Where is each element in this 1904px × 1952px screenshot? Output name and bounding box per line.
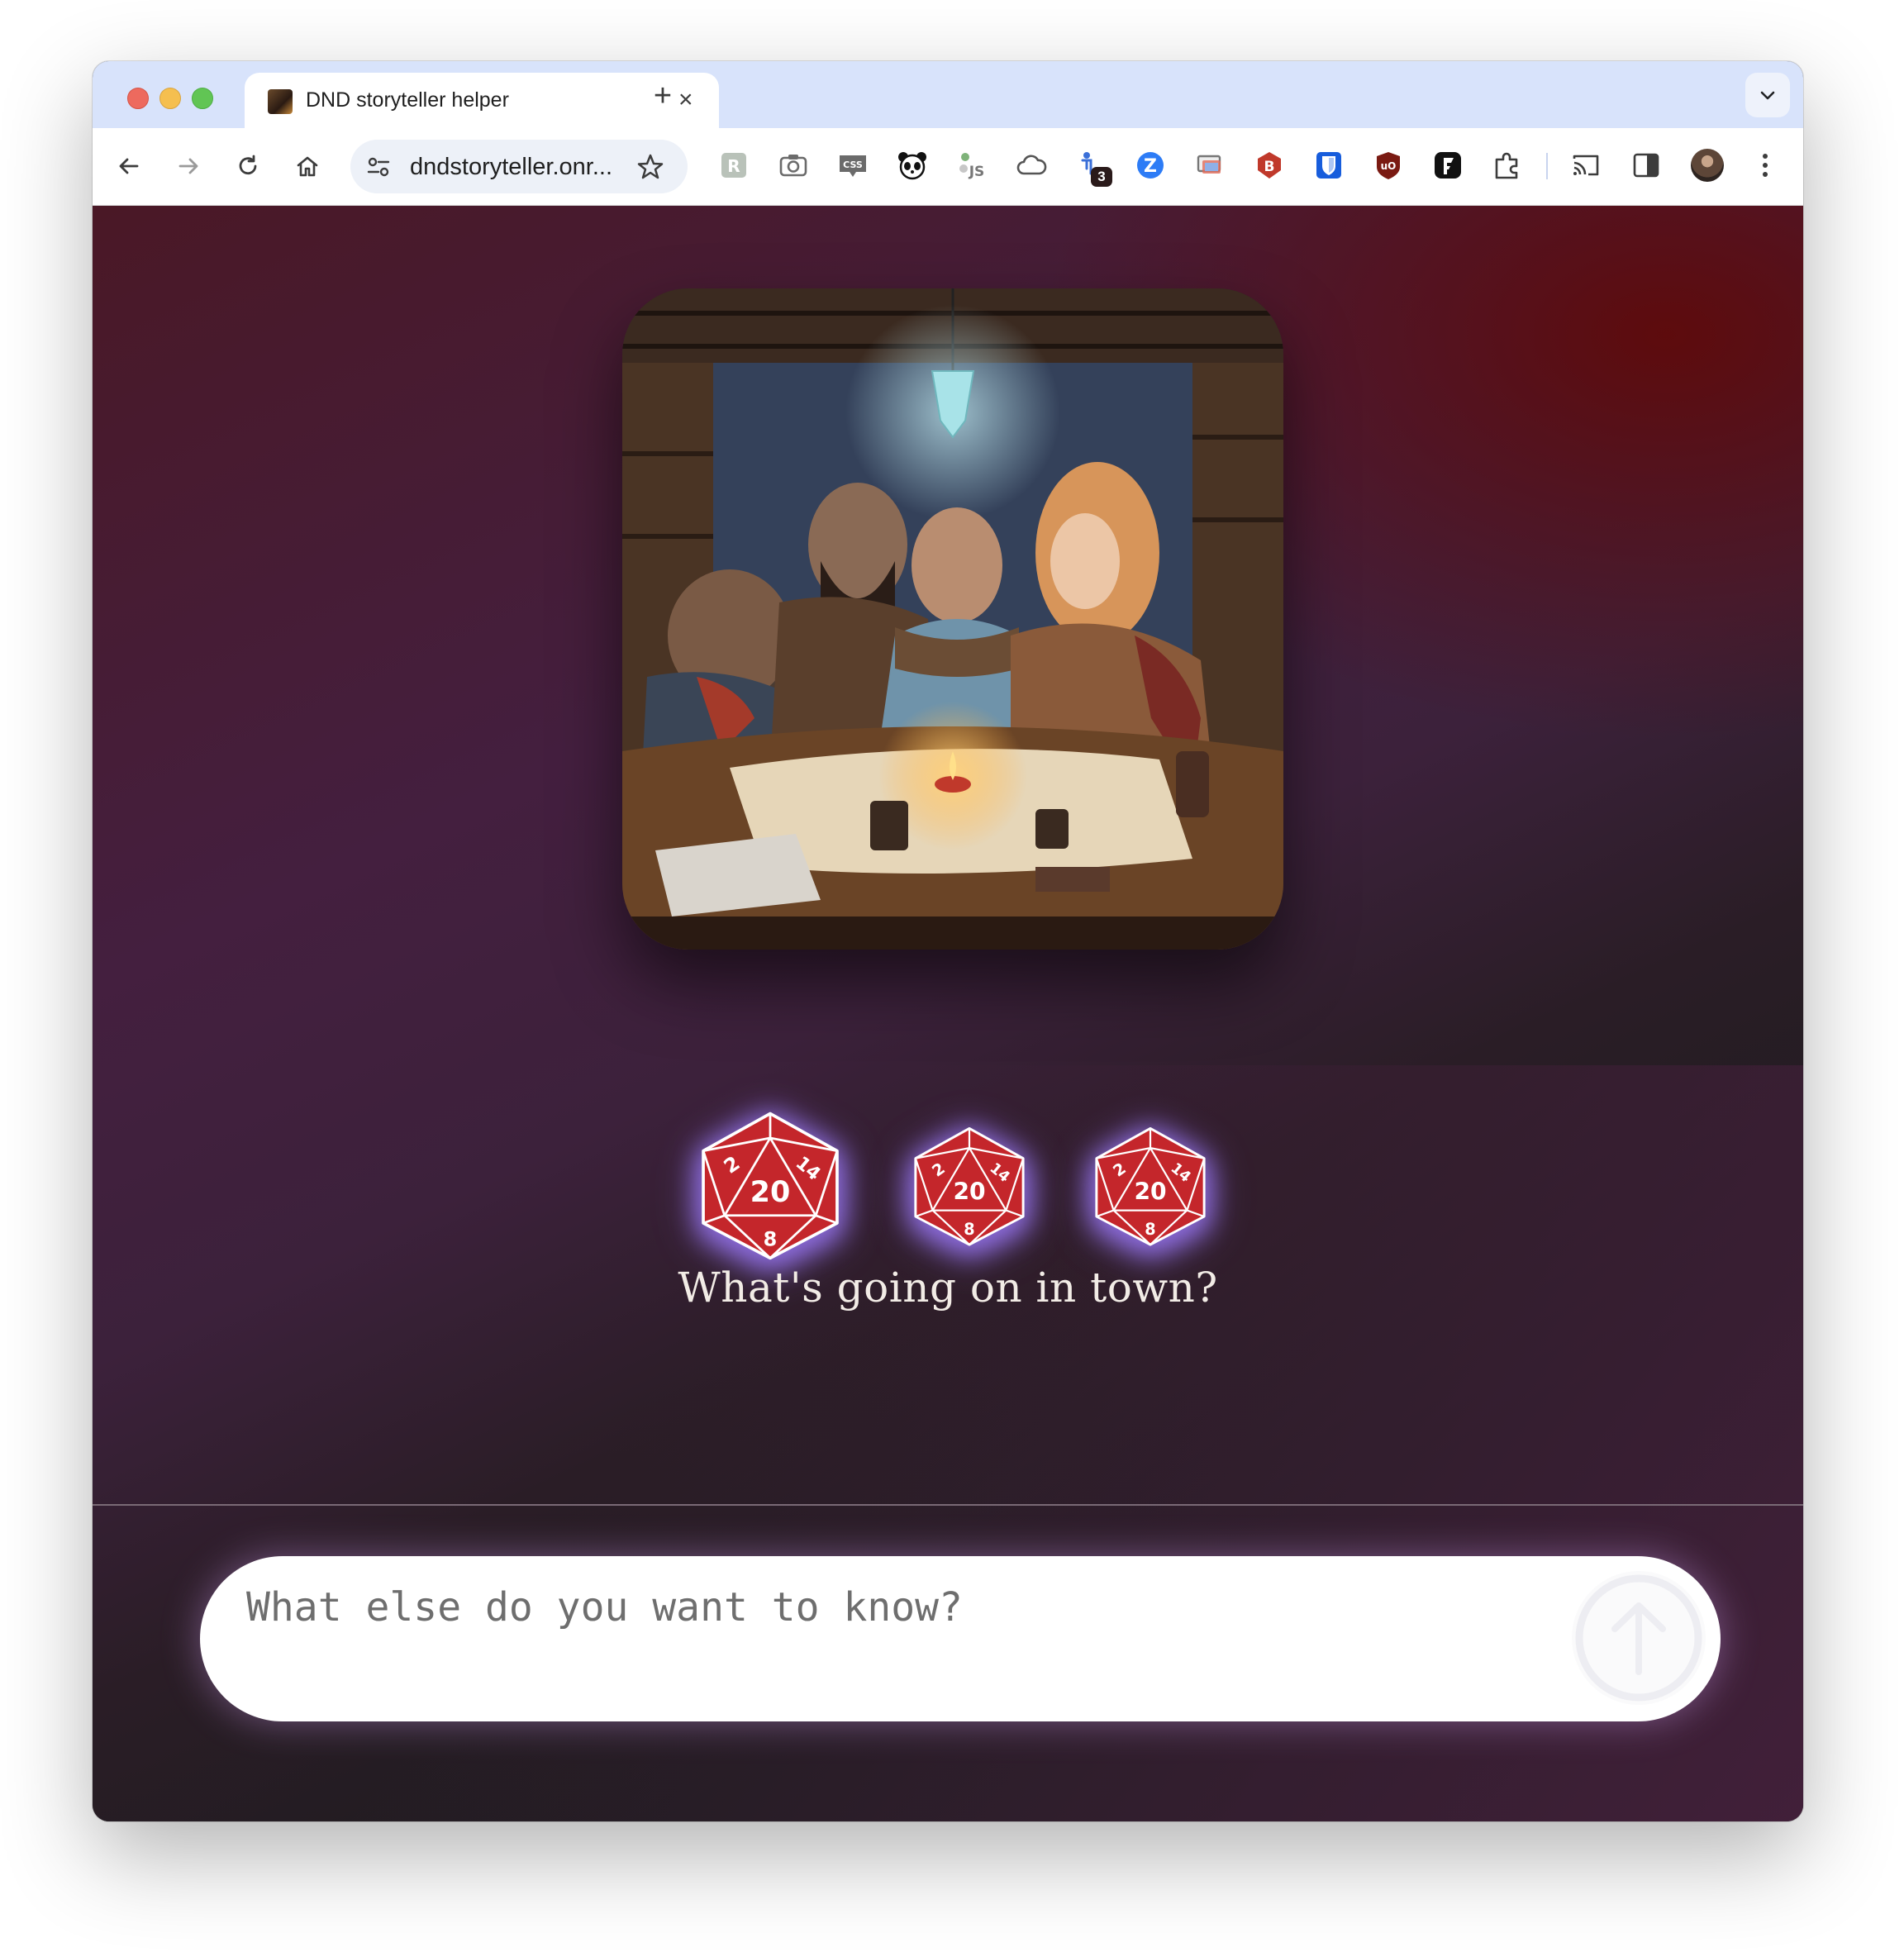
browser-toolbar: dndstoryteller.onr... R CSS JS 3 Z B uO xyxy=(93,128,1803,206)
bitwarden-extension-icon[interactable] xyxy=(1312,149,1345,182)
forward-icon xyxy=(178,158,198,174)
close-window-button[interactable] xyxy=(127,88,149,109)
die-bottom-number: 8 xyxy=(764,1228,778,1251)
chat-input-container xyxy=(200,1556,1721,1721)
camera-extension-icon[interactable] xyxy=(777,149,810,182)
extension-badge: 3 xyxy=(1091,167,1112,187)
d20-die-1[interactable]: 20 2 14 8 xyxy=(694,1109,846,1261)
tab-favicon xyxy=(268,89,293,114)
svg-text:CSS: CSS xyxy=(843,159,863,170)
die-face-number: 20 xyxy=(750,1176,791,1209)
send-button[interactable] xyxy=(1572,1571,1706,1705)
tavern-illustration xyxy=(622,288,1283,950)
new-tab-button[interactable]: + xyxy=(645,78,681,114)
d20-die-3[interactable]: 20 2 14 8 xyxy=(1089,1125,1211,1247)
js-extension-icon[interactable]: JS xyxy=(955,149,988,182)
side-panel-icon[interactable] xyxy=(1630,149,1663,182)
chat-input[interactable] xyxy=(245,1578,1570,1637)
f-extension-icon[interactable] xyxy=(1431,149,1464,182)
section-divider xyxy=(93,1504,1803,1506)
svg-text:Z: Z xyxy=(1144,156,1157,177)
chevron-down-icon xyxy=(1760,91,1775,100)
die-bottom-number: 8 xyxy=(964,1220,974,1239)
zoom-extension-icon[interactable]: Z xyxy=(1134,149,1167,182)
back-button[interactable] xyxy=(111,148,147,184)
ublock-extension-icon[interactable]: uO xyxy=(1372,149,1405,182)
die-face-number: 20 xyxy=(953,1178,985,1205)
accessibility-extension-icon[interactable]: 3 xyxy=(1074,149,1112,187)
b-shield-extension-icon[interactable]: B xyxy=(1253,149,1286,182)
maximize-window-button[interactable] xyxy=(192,88,213,109)
url-text[interactable]: dndstoryteller.onr... xyxy=(410,154,612,181)
prompt-heading: What's going on in town? xyxy=(678,1264,1218,1312)
browser-window: DND storyteller helper × + dndstorytelle… xyxy=(93,61,1803,1821)
svg-text:B: B xyxy=(1264,159,1275,175)
reload-icon xyxy=(239,155,257,175)
tab-search-button[interactable] xyxy=(1745,73,1790,117)
svg-text:JS: JS xyxy=(969,164,985,180)
reload-button[interactable] xyxy=(230,148,266,184)
css-extension-icon[interactable]: CSS xyxy=(836,149,869,182)
profile-avatar[interactable] xyxy=(1691,149,1724,182)
minimize-window-button[interactable] xyxy=(159,88,181,109)
back-icon xyxy=(119,158,139,174)
puzzle-extensions-icon[interactable] xyxy=(1491,149,1524,182)
regex-extension-icon[interactable]: R xyxy=(717,149,750,182)
home-icon xyxy=(297,156,318,177)
forward-button[interactable] xyxy=(170,148,207,184)
toolbar-separator xyxy=(1546,153,1548,179)
svg-text:R: R xyxy=(727,156,740,176)
panda-extension-icon[interactable] xyxy=(896,149,929,182)
tab-strip: DND storyteller helper × + xyxy=(93,61,1803,128)
app-page: 20 2 14 8 20 2 14 8 20 2 14 8 What's going on in to… xyxy=(93,206,1803,1821)
die-face-number: 20 xyxy=(1134,1178,1166,1205)
home-button[interactable] xyxy=(289,148,326,184)
bookmark-star-icon[interactable] xyxy=(635,151,666,183)
svg-text:uO: uO xyxy=(1381,160,1397,172)
site-settings-icon[interactable] xyxy=(364,152,393,182)
die-bottom-number: 8 xyxy=(1145,1220,1155,1239)
screen-extension-icon[interactable] xyxy=(1193,149,1226,182)
d20-die-2[interactable]: 20 2 14 8 xyxy=(908,1125,1031,1247)
more-menu-icon[interactable] xyxy=(1749,149,1782,182)
tab-title: DND storyteller helper xyxy=(306,88,509,112)
cast-icon[interactable] xyxy=(1569,149,1602,182)
arrow-up-icon xyxy=(1575,1574,1702,1702)
hero-image xyxy=(622,288,1283,950)
cloud-extension-icon[interactable] xyxy=(1015,149,1048,182)
address-bar[interactable]: dndstoryteller.onr... xyxy=(350,140,688,193)
